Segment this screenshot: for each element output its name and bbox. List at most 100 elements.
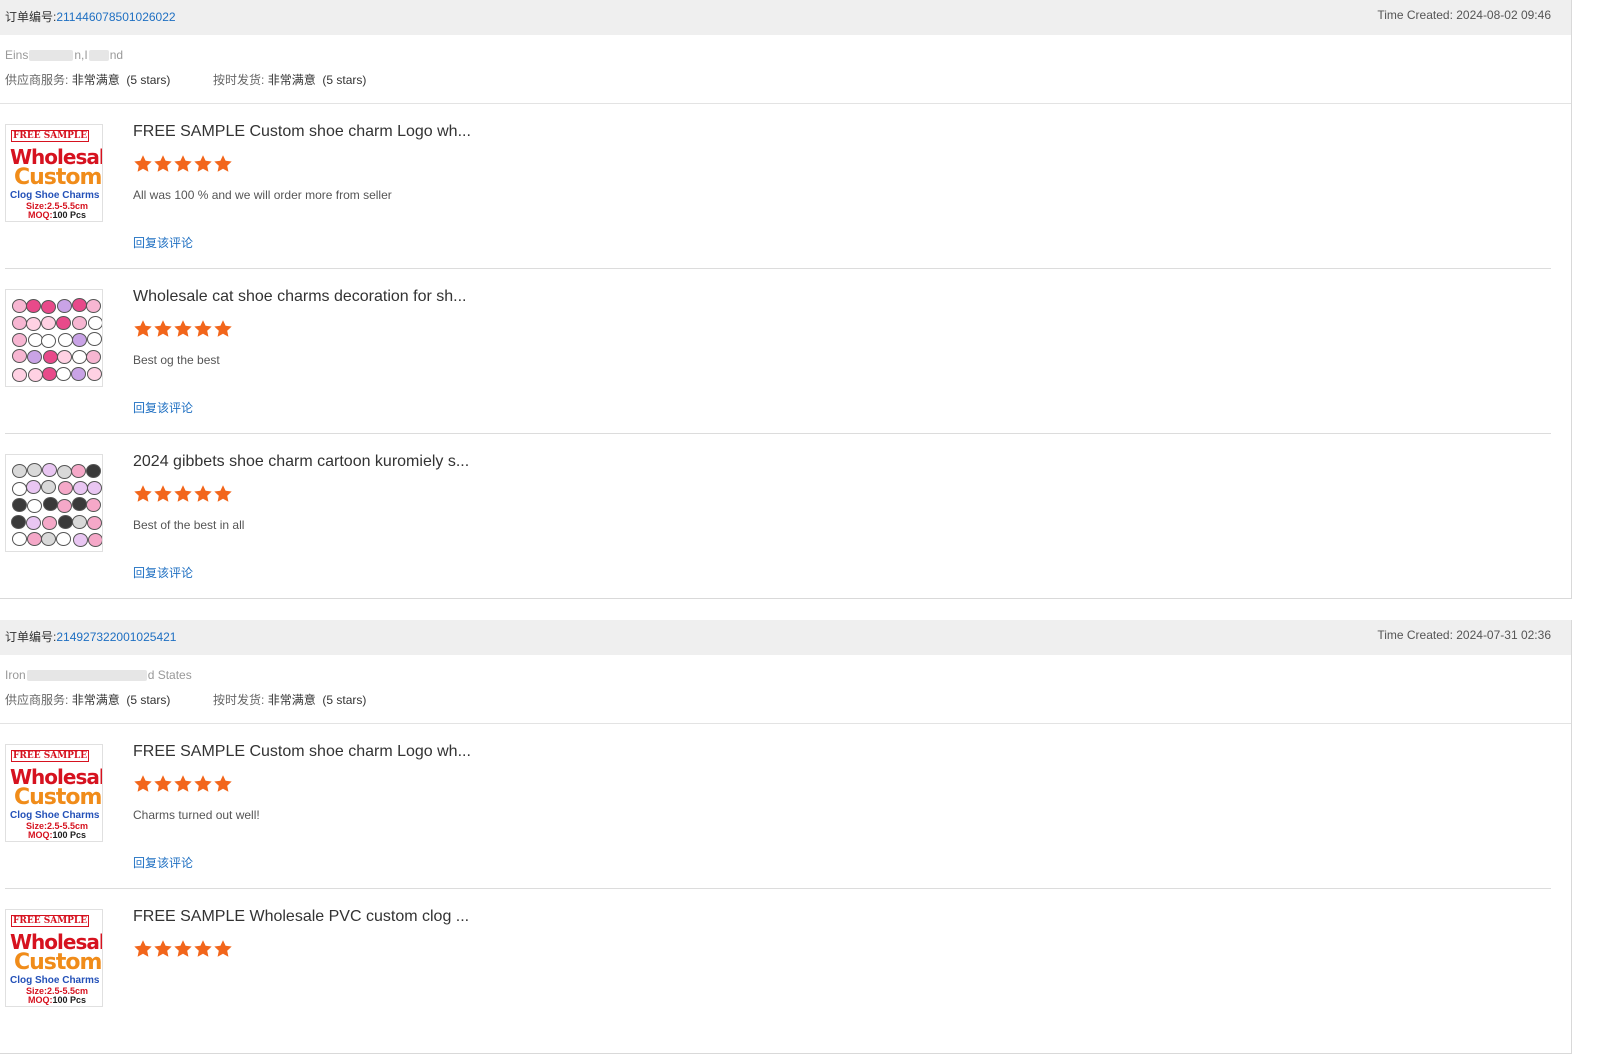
charm-graphic (11, 515, 27, 530)
order-number-label: 订单编号: (5, 630, 57, 644)
time-created: Time Created: 2024-08-02 09:46 (1377, 8, 1551, 22)
charm-graphic (71, 515, 87, 530)
buyer-location-end: d States (147, 668, 192, 682)
charm-graphic (41, 480, 57, 495)
charm-graphic (56, 315, 72, 330)
charm-graphic (11, 497, 27, 512)
charm-graphic (27, 463, 43, 478)
order-number: 订单编号:211446078501026022 (5, 8, 176, 25)
review-comment: Charms turned out well! (133, 808, 260, 822)
charm-graphic (72, 497, 88, 512)
charm-graphic (71, 349, 87, 364)
star-icon (214, 320, 232, 337)
product-thumbnail[interactable]: FREE SAMPLEWholesaleCustomClog Shoe Char… (5, 744, 103, 842)
order-header: 订单编号:214927322001025421 Time Created: 20… (0, 620, 1571, 655)
thumb-free-sample-text: FREE SAMPLE (11, 915, 90, 927)
charm-graphic (71, 464, 87, 479)
charm-graphic (56, 532, 72, 547)
charm-graphic (11, 299, 27, 314)
product-title[interactable]: FREE SAMPLE Wholesale PVC custom clog ..… (133, 908, 469, 926)
star-icon (214, 775, 232, 792)
product-thumbnail[interactable]: FREE SAMPLEWholesaleCustomClog Shoe Char… (5, 124, 103, 222)
charm-graphic (26, 298, 42, 313)
star-icon (194, 320, 212, 337)
order-number-label: 订单编号: (5, 10, 57, 24)
charm-graphic (26, 480, 42, 495)
supplier-service-label: 供应商服务: (5, 73, 69, 87)
charm-graphic (56, 349, 72, 364)
star-rating (133, 319, 233, 339)
charm-graphic (12, 464, 28, 479)
star-rating (133, 939, 233, 959)
charm-graphic (72, 315, 88, 330)
thumb-moq-text: MOQ:100 Pcs (28, 210, 87, 220)
time-created: Time Created: 2024-07-31 02:36 (1377, 628, 1551, 642)
thumb-clog-text: Clog Shoe Charms (10, 810, 100, 821)
charm-graphic (72, 480, 88, 495)
order-number-link[interactable]: 211446078501026022 (56, 10, 175, 24)
on-time-stars: (5 stars) (322, 73, 367, 87)
charm-graphic (86, 463, 102, 478)
star-icon (214, 940, 232, 957)
product-thumbnail[interactable] (5, 454, 103, 552)
charm-graphic (87, 366, 102, 381)
reply-review-link[interactable]: 回复该评论 (133, 234, 193, 251)
charm-graphic (57, 480, 73, 495)
reply-review-link[interactable]: 回复该评论 (133, 854, 193, 871)
thumb-free-sample-text: FREE SAMPLE (11, 130, 90, 142)
charm-graphic (56, 498, 72, 513)
on-time-stars: (5 stars) (322, 693, 367, 707)
buyer-info: Eins n,I nd 供应商服务: 非常满意 (5 stars) 按时发货: 非常… (0, 35, 1571, 104)
thumb-moq-text: MOQ:100 Pcs (28, 995, 87, 1005)
thumb-free-sample-text: FREE SAMPLE (11, 750, 90, 762)
product-title[interactable]: FREE SAMPLE Custom shoe charm Logo wh... (133, 743, 471, 761)
star-rating (133, 484, 233, 504)
supplier-service-stars: (5 stars) (126, 693, 171, 707)
order-number-link[interactable]: 214927322001025421 (56, 630, 176, 644)
reply-review-link[interactable]: 回复该评论 (133, 564, 193, 581)
charm-graphic (56, 366, 72, 381)
product-title[interactable]: FREE SAMPLE Custom shoe charm Logo wh... (133, 123, 471, 141)
on-time-value: 非常满意 (267, 73, 316, 87)
charm-graphic (86, 350, 102, 365)
buyer-location-start: Eins (5, 48, 29, 62)
star-icon (194, 155, 212, 172)
star-icon (154, 155, 172, 172)
charm-graphic (26, 350, 42, 365)
charm-graphic (56, 464, 72, 479)
buyer-location-start: Iron (5, 668, 26, 682)
review-item: 2024 gibbets shoe charm cartoon kuromiel… (5, 434, 1551, 598)
charm-graphic (41, 463, 57, 478)
product-thumbnail[interactable]: FREE SAMPLEWholesaleCustomClog Shoe Char… (5, 909, 103, 1007)
charm-graphic (11, 367, 27, 382)
charm-graphic (57, 332, 73, 347)
charm-graphic (27, 498, 43, 513)
star-icon (154, 940, 172, 957)
star-rating (133, 154, 233, 174)
product-title[interactable]: Wholesale cat shoe charms decoration for… (133, 288, 467, 306)
supplier-service-rating: 供应商服务: 非常满意 (5 stars) (5, 71, 170, 88)
charm-graphic (56, 298, 72, 313)
reply-review-link[interactable]: 回复该评论 (133, 399, 193, 416)
redacted-text (29, 50, 74, 62)
charm-graphic (42, 497, 58, 512)
on-time-rating: 按时发货: 非常满意 (5 stars) (213, 691, 366, 708)
product-thumbnail[interactable] (5, 289, 103, 387)
star-icon (194, 940, 212, 957)
star-icon (174, 775, 192, 792)
order-card: 订单编号:211446078501026022 Time Created: 20… (0, 0, 1572, 599)
star-icon (134, 485, 152, 502)
thumb-clog-text: Clog Shoe Charms (10, 190, 100, 201)
supplier-service-label: 供应商服务: (5, 693, 69, 707)
review-comment: All was 100 % and we will order more fro… (133, 188, 392, 202)
order-header: 订单编号:211446078501026022 Time Created: 20… (0, 0, 1571, 35)
product-title[interactable]: 2024 gibbets shoe charm cartoon kuromiel… (133, 453, 469, 471)
supplier-service-value: 非常满意 (71, 693, 120, 707)
charm-graphic (12, 332, 28, 347)
charm-graphic (86, 498, 102, 513)
charm-graphic (41, 333, 57, 348)
on-time-rating: 按时发货: 非常满意 (5 stars) (213, 71, 366, 88)
star-icon (174, 155, 192, 172)
supplier-service-rating: 供应商服务: 非常满意 (5 stars) (5, 691, 170, 708)
redacted-text (88, 50, 109, 62)
